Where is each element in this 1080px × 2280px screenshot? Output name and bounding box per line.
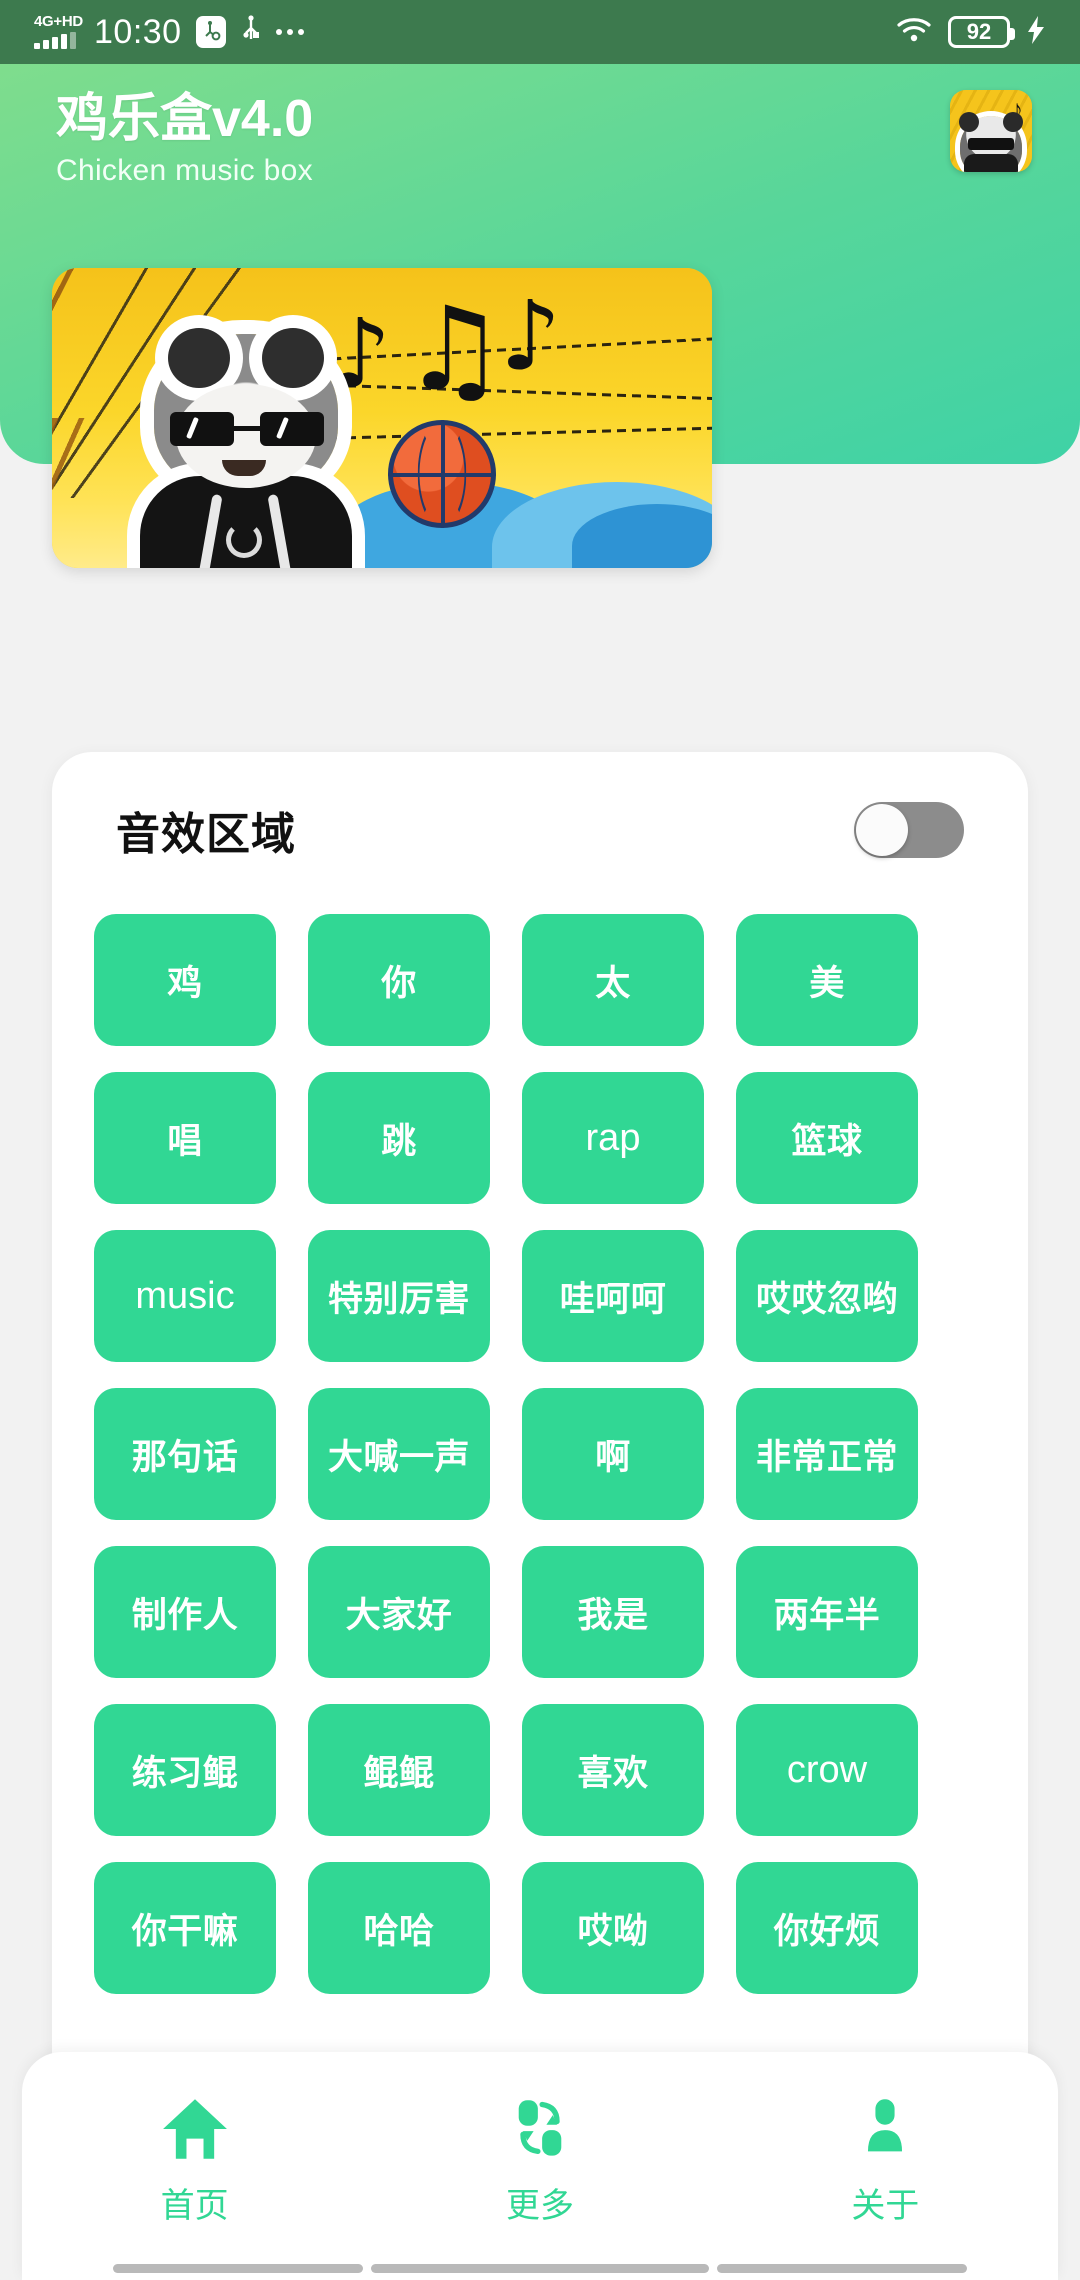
sound-button[interactable]: 哈哈 [308, 1862, 490, 1994]
music-note-icon: ♪ [500, 280, 562, 392]
status-bar-left: 4G+HD 10:30 [34, 13, 304, 51]
hero-banner-image[interactable]: ♪ ♫ ♪ [52, 268, 712, 568]
sound-button[interactable]: 太 [522, 914, 704, 1046]
sound-button[interactable]: crow [736, 1704, 918, 1836]
refresh-icon [505, 2096, 575, 2162]
sound-button[interactable]: 鲲鲲 [308, 1704, 490, 1836]
battery-level-label: 92 [966, 19, 992, 44]
nav-item-more[interactable]: 更多 [450, 2096, 630, 2227]
page-subtitle: Chicken music box [56, 154, 313, 188]
header-titles: 鸡乐盒v4.0 Chicken music box [56, 90, 313, 188]
page-title: 鸡乐盒v4.0 [56, 90, 314, 148]
music-note-icon: ♫ [402, 282, 506, 417]
bottom-navigation-bar: 首页 更多 关于 [22, 2052, 1058, 2280]
navigation-gesture-bar[interactable] [0, 2256, 1080, 2280]
sound-button[interactable]: 大喊一声 [308, 1388, 490, 1520]
sound-button[interactable]: 非常正常 [736, 1388, 918, 1520]
sound-button[interactable]: 跳 [308, 1072, 490, 1204]
usb-debug-icon [195, 16, 226, 48]
sound-button[interactable]: 鸡 [94, 914, 276, 1046]
sound-button[interactable]: 哎哎忽哟 [736, 1230, 918, 1362]
sound-button[interactable]: music [94, 1230, 276, 1362]
app-logo-panda-icon[interactable]: ♪ [950, 90, 1032, 172]
status-bar-right: 92 [896, 15, 1046, 50]
toggle-knob [856, 804, 908, 856]
charging-bolt-icon [1026, 15, 1046, 50]
nav-label-about: 关于 [851, 2187, 920, 2225]
nav-label-more: 更多 [505, 2187, 574, 2225]
person-icon [850, 2096, 920, 2162]
sound-button[interactable]: 哇呵呵 [522, 1230, 704, 1362]
cellular-signal-icon: 4G+HD [34, 13, 83, 49]
sound-button[interactable]: 两年半 [736, 1546, 918, 1678]
sound-button-grid: 鸡你太美唱跳 rap 篮球 music 特别厉害 哇呵呵 哎哎忽哟那句话 大喊一声啊非常正常制… [52, 870, 1028, 1994]
sound-button[interactable]: 我是 [522, 1546, 704, 1678]
sound-button[interactable]: 篮球 [736, 1072, 918, 1204]
status-bar-clock: 10:30 [94, 13, 182, 51]
header-row: 鸡乐盒v4.0 Chicken music box ♪ [56, 90, 1032, 188]
sound-effects-card: 音效区域 鸡你太美唱跳 rap 篮球 music 特别厉害 哇呵呵 哎哎忽哟那句话 大喊一声啊… [52, 752, 1028, 2172]
sound-button[interactable]: 啊 [522, 1388, 704, 1520]
sound-button[interactable]: 你干嘛 [94, 1862, 276, 1994]
sound-area-title: 音效区域 [116, 810, 296, 859]
nav-item-about[interactable]: 关于 [795, 2096, 975, 2227]
sound-button[interactable]: 制作人 [94, 1546, 276, 1678]
nav-label-home: 首页 [160, 2187, 229, 2225]
sound-button[interactable]: 喜欢 [522, 1704, 704, 1836]
wifi-icon [896, 16, 932, 49]
sound-area-toggle[interactable] [854, 802, 964, 858]
phone-screen: 4G+HD 10:30 92 鸡乐盒v4.0 Chicken music box… [0, 0, 1080, 2280]
sound-button[interactable]: 你好烦 [736, 1862, 918, 1994]
sound-button[interactable]: 那句话 [94, 1388, 276, 1520]
sound-button[interactable]: 练习鲲 [94, 1704, 276, 1836]
sound-button[interactable]: 特别厉害 [308, 1230, 490, 1362]
home-icon [160, 2096, 230, 2162]
sound-button[interactable]: rap [522, 1072, 704, 1204]
basketball-icon [388, 420, 496, 528]
sound-button[interactable]: 美 [736, 914, 918, 1046]
sound-button[interactable]: 哎呦 [522, 1862, 704, 1994]
usb-icon [240, 14, 262, 50]
sound-card-header: 音效区域 [52, 752, 1028, 862]
status-bar: 4G+HD 10:30 92 [0, 0, 1080, 64]
sound-button[interactable]: 唱 [94, 1072, 276, 1204]
nav-item-home[interactable]: 首页 [105, 2096, 285, 2227]
sound-button[interactable]: 大家好 [308, 1546, 490, 1678]
network-type-label: 4G+HD [34, 13, 83, 30]
battery-indicator: 92 [948, 16, 1015, 48]
panda-character-icon [130, 326, 360, 568]
sound-button[interactable]: 你 [308, 914, 490, 1046]
more-dots-icon [275, 29, 304, 35]
